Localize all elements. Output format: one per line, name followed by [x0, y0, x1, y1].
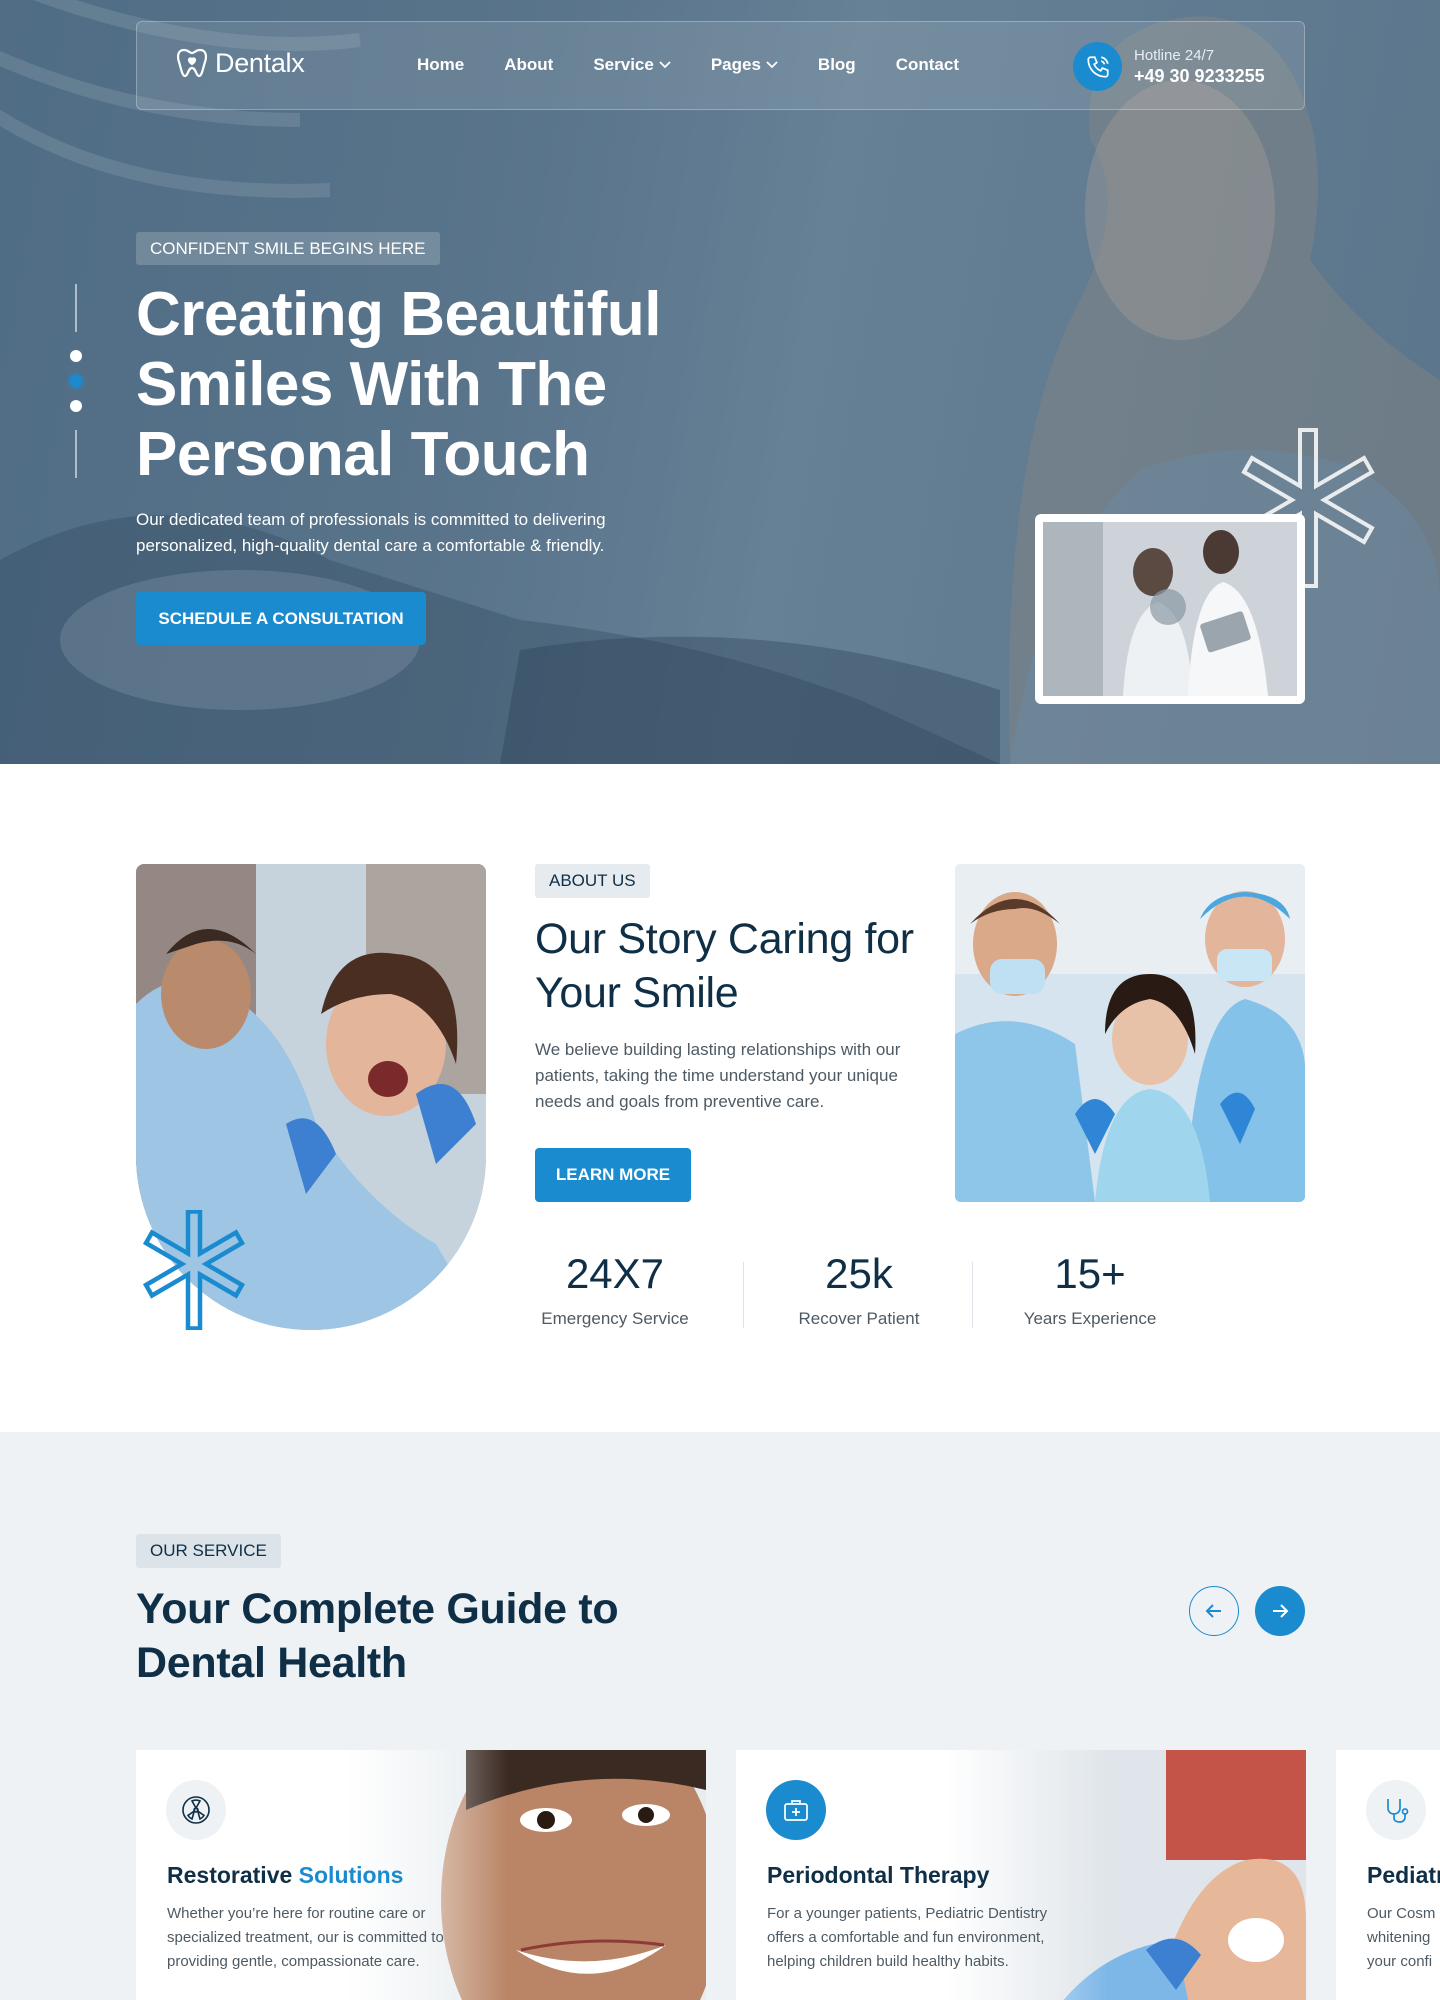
services-section: OUR SERVICE Your Complete Guide to Denta…: [0, 1432, 1440, 2000]
nav-pages[interactable]: Pages: [711, 55, 778, 75]
phone-icon: [1073, 42, 1122, 91]
main-nav: Home About Service Pages Blog Contact: [417, 55, 959, 75]
hero-inset-photo: [1035, 514, 1305, 704]
service-card-text: Our Cosm whitening your confi: [1367, 1905, 1436, 1970]
stat-label: Recover Patient: [798, 1309, 920, 1328]
hero-title: Creating Beautiful Smiles With The Perso…: [136, 280, 661, 489]
hero-badge: CONFIDENT SMILE BEGINS HERE: [136, 232, 440, 265]
radiation-icon: [166, 1780, 226, 1840]
stat-value: 25k: [825, 1250, 893, 1297]
service-card-title: Periodontal Therapy: [767, 1862, 990, 1888]
about-stats: 24X7 Emergency Service 25k Recover Patie…: [535, 1250, 1185, 1330]
service-card-text: Whether you’re here for routine care or …: [167, 1905, 444, 1970]
hero-description: Our dedicated team of professionals is c…: [136, 510, 606, 555]
about-badge: ABOUT US: [535, 864, 650, 898]
stat-item: 15+ Years Experience: [1010, 1250, 1170, 1330]
brand-name: Dentalx: [215, 47, 305, 78]
about-team-photo: [955, 864, 1305, 1202]
hero-section: Dentalx Home About Service Pages Blog Co…: [0, 0, 1440, 764]
arrow-left-icon: [1205, 1604, 1221, 1618]
chevron-down-icon: [766, 61, 778, 69]
arrow-right-icon: [1273, 1604, 1289, 1618]
navbar: Dentalx Home About Service Pages Blog Co…: [136, 21, 1305, 110]
about-title: Our Story Caring for Your Smile: [535, 915, 914, 1017]
first-aid-kit-icon: [766, 1780, 826, 1840]
asterisk-decoration-icon: [142, 1210, 246, 1330]
carousel-next-button[interactable]: [1255, 1586, 1305, 1636]
stat-label: Emergency Service: [541, 1309, 689, 1328]
slider-dot[interactable]: [70, 350, 82, 362]
services-title: Your Complete Guide to Dental Health: [136, 1585, 619, 1687]
service-card-title: Pediatr: [1367, 1862, 1440, 1888]
stat-value: 15+: [1054, 1250, 1126, 1297]
nav-contact[interactable]: Contact: [896, 55, 959, 75]
nav-home[interactable]: Home: [417, 55, 464, 75]
service-card[interactable]: Restorative Solutions Whether you’re her…: [136, 1750, 706, 2000]
stat-item: 25k Recover Patient: [779, 1250, 939, 1330]
hotline[interactable]: Hotline 24/7 +49 30 9233255: [1073, 42, 1265, 91]
carousel-prev-button[interactable]: [1189, 1586, 1239, 1636]
nav-about[interactable]: About: [504, 55, 553, 75]
slider-dot[interactable]: [70, 400, 82, 412]
stat-label: Years Experience: [1023, 1309, 1157, 1328]
stethoscope-icon: [1366, 1780, 1426, 1840]
services-badge: OUR SERVICE: [136, 1534, 281, 1568]
slider-dot-active[interactable]: [70, 375, 82, 387]
hero-slider-pagination: [69, 284, 83, 484]
stat-value: 24X7: [565, 1250, 665, 1297]
service-card-text: For a younger patients, Pediatric Dentis…: [767, 1905, 1048, 1970]
hotline-number: +49 30 9233255: [1134, 65, 1265, 86]
nav-service[interactable]: Service: [593, 55, 671, 75]
stat-item: 24X7 Emergency Service: [535, 1250, 695, 1330]
service-card-title: Restorative Solutions: [167, 1862, 404, 1888]
service-card[interactable]: Pediatr Our Cosm whitening your confi: [1336, 1750, 1440, 2000]
brand-logo[interactable]: Dentalx: [175, 46, 305, 80]
about-description: We believe building lasting relationship…: [535, 1040, 901, 1111]
tooth-heart-icon: [176, 48, 208, 78]
hotline-label: Hotline 24/7: [1134, 46, 1215, 64]
schedule-consultation-button[interactable]: SCHEDULE A CONSULTATION: [136, 592, 426, 645]
nav-blog[interactable]: Blog: [818, 55, 856, 75]
chevron-down-icon: [659, 61, 671, 69]
service-card[interactable]: Periodontal Therapy For a younger patien…: [736, 1750, 1306, 2000]
learn-more-button[interactable]: LEARN MORE: [535, 1148, 691, 1202]
